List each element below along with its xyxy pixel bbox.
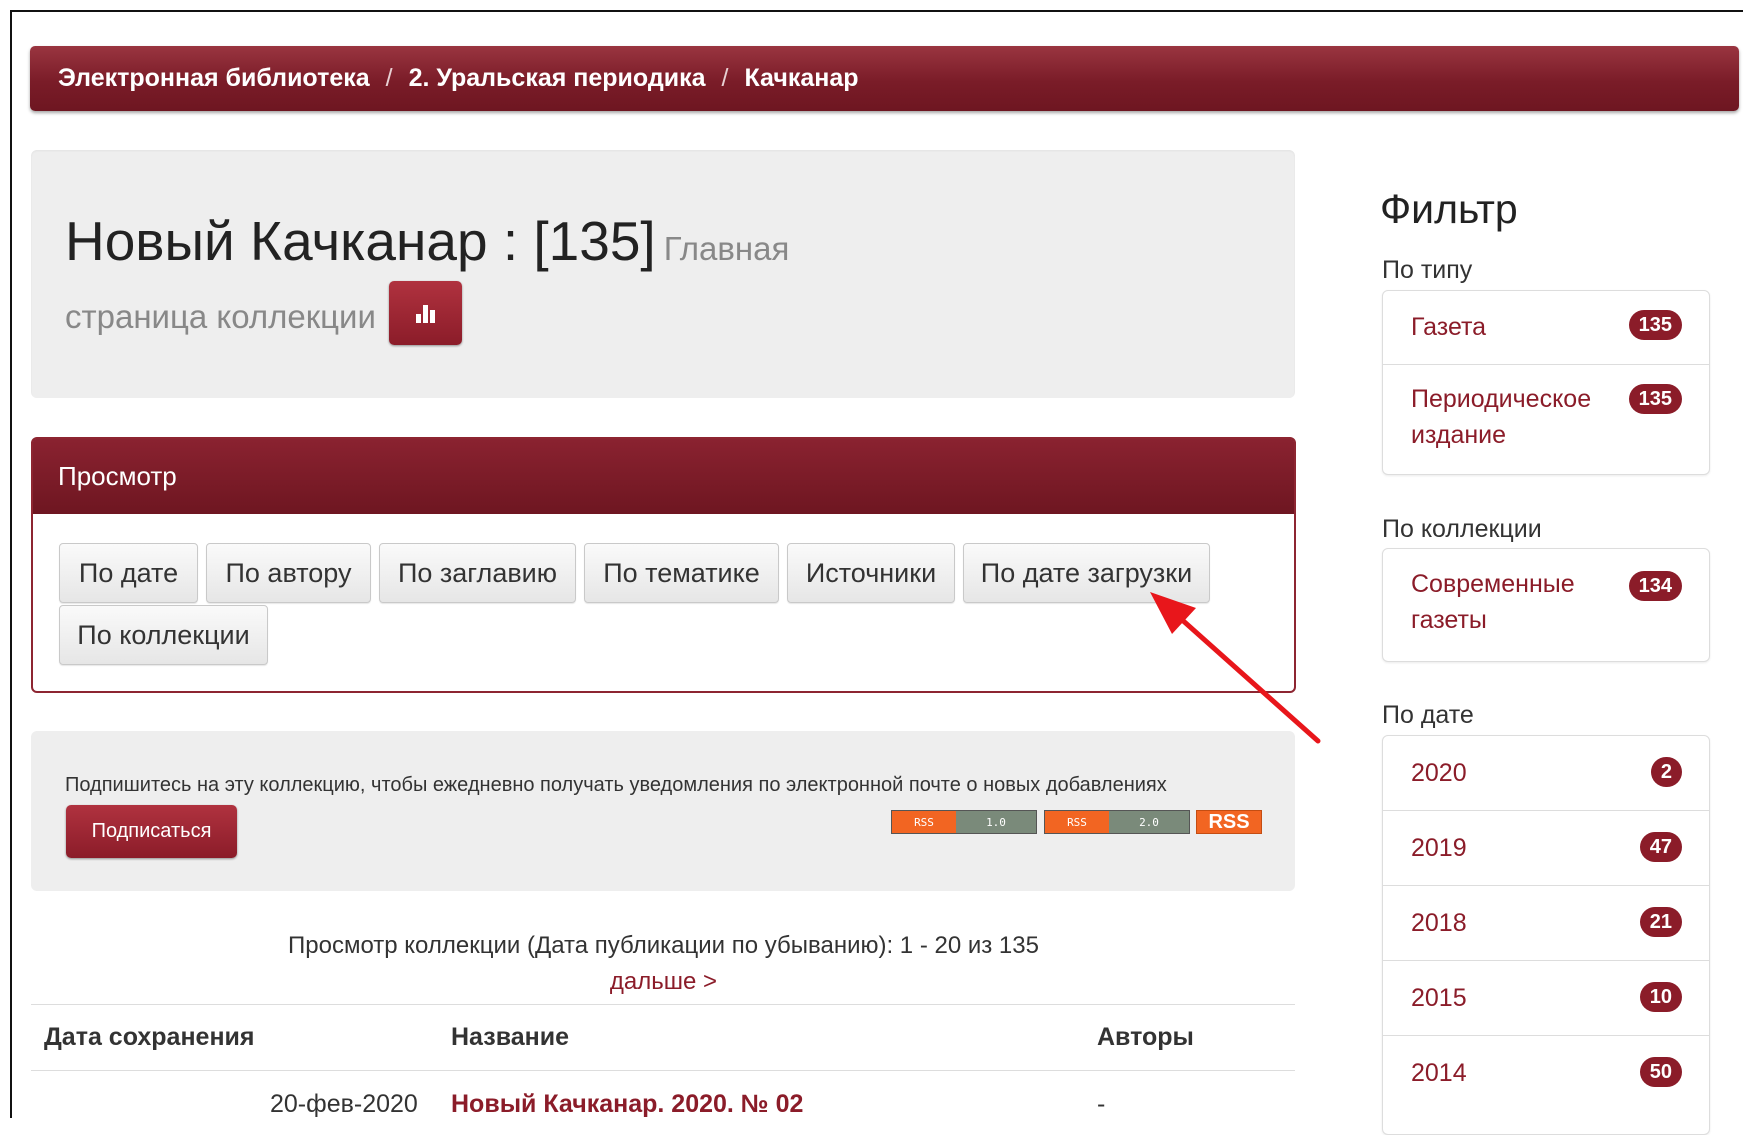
count-badge: 50 — [1639, 1057, 1682, 1087]
filter-date-list: 2020 2 2019 47 2018 21 2015 10 2014 50 — [1382, 735, 1710, 1135]
collection-subtitle-line2: страница коллекции — [65, 298, 376, 335]
browse-by-subject-button[interactable]: По тематике — [584, 543, 779, 603]
count-badge: 47 — [1639, 832, 1682, 862]
browse-by-title-button[interactable]: По заглавию — [379, 543, 576, 603]
filter-collection-heading: По коллекции — [1382, 515, 1542, 543]
rss-badge-label: RSS — [892, 811, 956, 833]
filter-date-item[interactable]: 2018 21 — [1383, 886, 1709, 961]
filter-item-label: 2019 — [1411, 834, 1467, 862]
browse-panel-heading: Просмотр — [33, 439, 1294, 514]
column-header-date[interactable]: Дата сохранения — [44, 1023, 255, 1052]
next-page-link[interactable]: дальше > — [0, 968, 1327, 996]
filter-type-newspaper[interactable]: Газета 135 — [1383, 291, 1709, 365]
results-caption: Просмотр коллекции (Дата публикации по у… — [288, 932, 1039, 959]
filter-collection-modern-newspapers[interactable]: Современные газеты 134 — [1383, 549, 1709, 661]
breadcrumb-item-ural-periodicals[interactable]: 2. Уральская периодика — [409, 64, 706, 93]
collection-title: Новый Качканар : [135] — [65, 210, 656, 272]
rss-version-label: 2.0 — [1109, 811, 1189, 833]
filter-item-label: 2018 — [1411, 909, 1467, 937]
count-badge: 10 — [1639, 982, 1682, 1012]
rss-badge-label: RSS — [1045, 811, 1109, 833]
filter-item-label: издание — [1411, 421, 1507, 449]
filter-date-item[interactable]: 2014 50 — [1383, 1036, 1709, 1111]
breadcrumb-separator: / — [721, 64, 729, 92]
column-header-authors[interactable]: Авторы — [1097, 1023, 1194, 1052]
column-header-title[interactable]: Название — [451, 1023, 569, 1052]
row-date: 20-фев-2020 — [270, 1090, 418, 1118]
filter-date-item[interactable]: 2020 2 — [1383, 736, 1709, 811]
subscribe-box: Подпишитесь на эту коллекцию, чтобы ежед… — [31, 731, 1295, 891]
filter-item-label: газеты — [1411, 606, 1487, 634]
breadcrumb-item-kachkanar[interactable]: Качканар — [744, 64, 858, 93]
count-badge: 135 — [1628, 310, 1682, 340]
browse-panel: Просмотр По дате По автору По заглавию П… — [31, 437, 1296, 693]
table-header-divider — [31, 1070, 1295, 1071]
rss-version-label: 1.0 — [956, 811, 1036, 833]
subscribe-button[interactable]: Подписаться — [66, 805, 237, 858]
collection-subtitle: Главная — [663, 230, 790, 267]
browse-by-upload-date-button[interactable]: По дате загрузки — [963, 543, 1210, 603]
filter-item-label: 2014 — [1411, 1059, 1467, 1087]
filter-type-list: Газета 135 Периодическое издание 135 — [1382, 290, 1710, 475]
statistics-button[interactable] — [389, 281, 462, 345]
filter-item-label: 2015 — [1411, 984, 1467, 1012]
filter-date-item[interactable]: 2015 10 — [1383, 961, 1709, 1036]
filter-collection-list: Современные газеты 134 — [1382, 548, 1710, 662]
subscribe-description: Подпишитесь на эту коллекцию, чтобы ежед… — [65, 774, 1167, 796]
bar-chart-icon — [416, 303, 435, 323]
filter-title: Фильтр — [1380, 186, 1518, 232]
table-top-divider — [31, 1004, 1295, 1005]
atom-rss-feed-link[interactable]: RSS — [1196, 810, 1262, 834]
browse-by-author-button[interactable]: По автору — [206, 543, 371, 603]
filter-item-label: Газета — [1411, 313, 1487, 341]
row-authors: - — [1097, 1090, 1106, 1118]
filter-type-heading: По типу — [1382, 256, 1473, 284]
rss-1-0-feed-link[interactable]: RSS 1.0 — [891, 810, 1037, 834]
filter-date-heading: По дате — [1382, 701, 1474, 729]
browse-sources-button[interactable]: Источники — [787, 543, 955, 603]
collection-header: Новый Качканар : [135] Главная страница к… — [31, 150, 1295, 398]
browse-by-date-button[interactable]: По дате — [59, 543, 198, 603]
count-badge: 135 — [1628, 384, 1682, 414]
rss-2-0-feed-link[interactable]: RSS 2.0 — [1044, 810, 1190, 834]
browse-by-collection-button[interactable]: По коллекции — [59, 605, 268, 665]
page-title: Новый Качканар : [135] Главная — [65, 214, 789, 269]
breadcrumb-separator: / — [385, 64, 393, 92]
filter-item-label: 2020 — [1411, 759, 1467, 787]
filter-item-label: Периодическое — [1411, 385, 1592, 413]
row-title-link[interactable]: Новый Качканар. 2020. № 02 — [451, 1090, 803, 1119]
filter-item-label: Современные — [1411, 570, 1575, 598]
breadcrumb: Электронная библиотека / 2. Уральская пе… — [30, 46, 1739, 111]
count-badge: 2 — [1650, 757, 1682, 787]
count-badge: 134 — [1628, 571, 1682, 601]
breadcrumb-item-library[interactable]: Электронная библиотека — [58, 64, 370, 93]
filter-date-item[interactable]: 2019 47 — [1383, 811, 1709, 886]
filter-type-periodical[interactable]: Периодическое издание 135 — [1383, 365, 1709, 474]
count-badge: 21 — [1639, 907, 1682, 937]
